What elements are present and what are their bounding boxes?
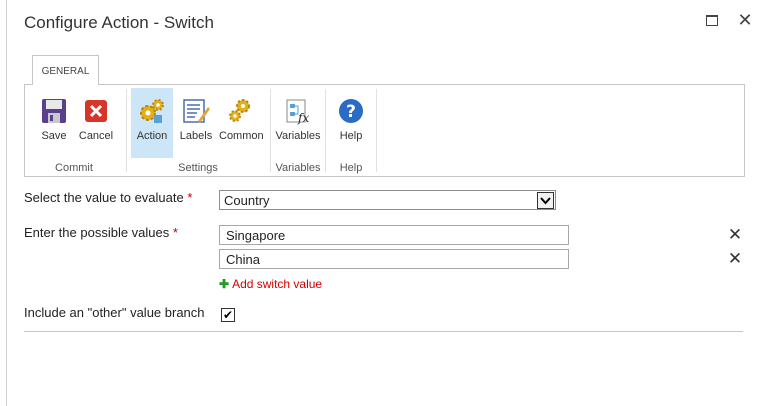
add-switch-value-link[interactable]: ✚ Add switch value	[219, 277, 322, 291]
switch-value-input[interactable]: Singapore	[219, 225, 569, 245]
evaluate-select[interactable]: Country	[219, 190, 556, 210]
group-label-help: Help	[339, 162, 363, 174]
configure-action-dialog: Configure Action - Switch ✕ GENERAL Save	[6, 0, 765, 406]
cancel-button-label: Cancel	[78, 130, 114, 142]
save-icon	[42, 99, 66, 123]
common-button-label: Common	[219, 130, 264, 142]
variables-button[interactable]: fx Variables	[274, 88, 322, 158]
help-icon: ?	[339, 99, 363, 123]
delete-value-icon[interactable]: ✕	[727, 226, 743, 243]
ribbon-group-settings: Action Labels Common Settings	[128, 85, 268, 176]
evaluate-select-value: Country	[224, 193, 270, 208]
required-mark: *	[172, 225, 178, 240]
labels-icon	[183, 99, 210, 123]
close-icon[interactable]: ✕	[737, 11, 753, 29]
other-branch-label: Include an "other" value branch	[24, 305, 205, 320]
required-mark: *	[187, 190, 193, 205]
possible-values-label-text: Enter the possible values	[24, 225, 170, 240]
ribbon-divider	[126, 89, 127, 172]
group-label-commit: Commit	[55, 162, 93, 174]
delete-value-icon[interactable]: ✕	[727, 250, 743, 267]
cancel-icon	[85, 100, 107, 122]
common-button[interactable]: Common	[219, 88, 264, 158]
variables-fx-icon: fx	[286, 99, 309, 125]
help-button[interactable]: ? Help	[330, 88, 372, 158]
other-branch-checkbox[interactable]: ✔	[221, 308, 235, 322]
chevron-down-icon[interactable]	[537, 192, 554, 209]
ribbon-group-help: ? Help Help	[327, 85, 375, 176]
save-button-label: Save	[41, 130, 67, 142]
ribbon: Save Cancel Commit Action Labels Common …	[24, 84, 745, 177]
dialog-title: Configure Action - Switch	[24, 13, 214, 32]
add-switch-value-text: Add switch value	[232, 277, 323, 291]
action-button-label: Action	[136, 130, 168, 142]
ribbon-divider	[270, 89, 271, 172]
labels-button-label: Labels	[179, 130, 213, 142]
possible-values-label: Enter the possible values *	[24, 225, 178, 240]
add-plus-icon: ✚	[219, 277, 230, 291]
action-button[interactable]: Action	[131, 88, 173, 158]
maximize-icon[interactable]	[705, 12, 721, 28]
ribbon-group-commit: Save Cancel Commit	[25, 85, 123, 176]
gears-icon	[140, 99, 164, 123]
help-button-label: Help	[339, 130, 363, 142]
cancel-button[interactable]: Cancel	[75, 88, 117, 158]
svg-text:?: ?	[346, 102, 356, 122]
svg-text:fx: fx	[297, 111, 309, 125]
tab-general[interactable]: GENERAL	[32, 55, 99, 85]
divider	[24, 331, 743, 332]
evaluate-label: Select the value to evaluate *	[24, 190, 192, 205]
checkmark-icon: ✔	[222, 308, 234, 322]
save-button[interactable]: Save	[33, 88, 75, 158]
ribbon-group-variables: fx Variables Variables	[272, 85, 324, 176]
ribbon-divider	[376, 89, 377, 172]
ribbon-divider	[325, 89, 326, 172]
common-gears-icon	[229, 99, 250, 122]
group-label-settings: Settings	[178, 162, 218, 174]
variables-button-label: Variables	[275, 130, 321, 142]
labels-button[interactable]: Labels	[175, 88, 217, 158]
evaluate-label-text: Select the value to evaluate	[24, 190, 184, 205]
group-label-variables: Variables	[275, 162, 321, 174]
switch-value-input[interactable]: China	[219, 249, 569, 269]
